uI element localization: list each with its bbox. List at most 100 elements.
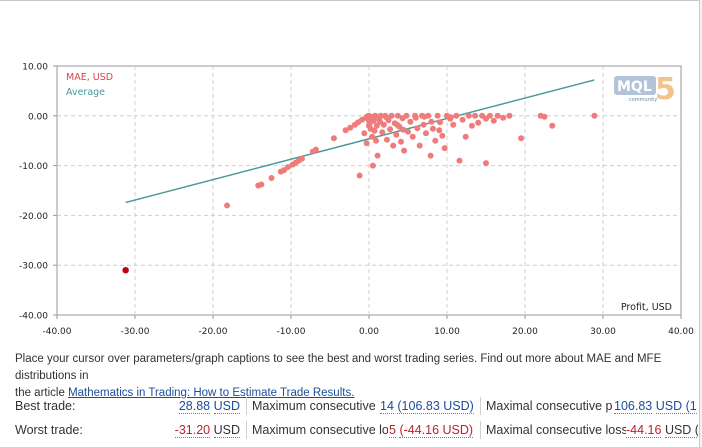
mae-point [409,133,416,140]
mae-point [518,135,525,142]
mql5-logo: MQL 5 community [614,72,676,107]
mae-point [500,114,507,121]
best-trade-value[interactable]: 28.88 USD [150,396,240,416]
x-tick-label: 30.00 [590,327,616,337]
mae-point [330,135,337,142]
mae-point [414,125,421,132]
mae-point [379,129,386,136]
mae-point [434,112,441,119]
mql5-logo-sub: community [629,97,657,103]
mae-point [412,114,419,121]
x-tick-label: -40.00 [42,327,71,337]
worst-trade-unit[interactable]: USD [213,423,240,438]
worst-trade-label: Worst trade: [15,423,83,437]
mae-point [465,112,472,119]
chart-grid [53,65,682,319]
max-consecutive-losses-value[interactable]: 5 (-44.16 USD) [389,420,477,440]
mae-point [436,119,443,126]
mae-point [490,117,497,124]
y-tick-label: 0.00 [28,112,48,122]
max-consecutive-wins-value[interactable]: 14 (106.83 USD) [380,396,476,416]
x-tick-label: 0.00 [359,327,379,337]
mae-point [361,130,368,137]
y-tick-labels: 10.00 0.00 -10.00 -20.00 -30.00 -40.00 [19,63,48,322]
mae-point [483,160,489,167]
max-consecutive-wins-count[interactable]: 14 [380,399,394,414]
max-consecutive-losses-count[interactable]: 5 [389,423,396,438]
mae-point [366,122,372,129]
mae-point [428,118,435,125]
mae-point [388,112,395,119]
mae-point [420,121,427,128]
y-tick-label: -40.00 [19,312,48,322]
x-axis-label: Profit, USD [621,302,672,313]
legend-mae: MAE, USD [66,72,113,83]
mae-point [403,112,410,119]
info-line-1: Place your cursor over parameters/graph … [15,353,662,382]
mae-point [468,122,475,129]
y-tick-label: -10.00 [19,162,48,172]
mae-point [224,202,231,209]
worst-trade-value[interactable]: -31.20 USD [150,420,240,440]
mae-point [486,112,493,119]
max-consecutive-loss-extra[interactable]: USD ( [664,423,698,438]
mql5-logo-text: MQL [617,79,652,95]
legend-average: Average [66,87,105,98]
mae-point [436,127,443,134]
mae-point [369,162,376,169]
mae-point [591,112,598,119]
mae-point [421,113,428,120]
worst-trade-point [122,266,129,274]
mae-point [390,142,397,149]
mae-point [462,133,469,140]
best-trade-unit[interactable]: USD [213,399,240,414]
x-tick-label: 40.00 [668,327,694,337]
mae-point [450,121,457,128]
stats-separator [246,397,247,415]
y-tick-label: -20.00 [19,212,48,222]
y-tick-label: -30.00 [19,262,48,272]
series-layer [122,79,598,274]
mae-point [258,181,265,188]
mae-point [268,175,275,182]
mae-point [374,152,381,159]
mae-point [494,112,501,119]
max-consecutive-profit-value[interactable]: 106.83 USD (1 [614,396,698,416]
max-consecutive-profit-amount[interactable]: 106.83 [614,399,653,414]
max-consecutive-wins-label: Maximum consecutive w [252,399,376,413]
mae-point [383,114,390,121]
mae-point [407,118,414,125]
mae-point [393,131,400,138]
max-consecutive-loss-value[interactable]: -44.16 USD ( [626,420,698,440]
x-tick-label: -30.00 [120,327,149,337]
mae-point [439,132,446,139]
max-consecutive-losses-amount[interactable]: (-44.16 USD) [399,423,474,438]
mae-point [453,112,460,119]
x-tick-label: 10.00 [434,327,460,337]
mae-point [541,113,548,120]
mql5-logo-digit: 5 [655,72,676,107]
mae-point [397,138,404,145]
best-trade-amount[interactable]: 28.88 [178,399,211,414]
mae-point [432,137,439,144]
x-tick-label: 20.00 [512,327,538,337]
max-consecutive-profit-extra[interactable]: USD (1 [655,399,697,414]
max-consecutive-losses-label: Maximum consecutive los [252,423,388,437]
mae-point [429,125,436,132]
mae-point [459,116,466,123]
worst-trade-amount[interactable]: -31.20 [174,423,211,438]
average-line [125,79,595,204]
stats-row-worst: Worst trade: -31.20 USD Maximum consecut… [0,420,702,440]
mae-point [356,172,363,179]
max-consecutive-wins-amount[interactable]: (106.83 USD) [397,399,474,414]
x-tick-label: -20.00 [198,327,227,337]
max-consecutive-loss-amount[interactable]: -44.16 [626,423,662,438]
mae-point [394,121,401,128]
mae-point [475,119,482,126]
mae-point [472,112,479,119]
mae-point [401,147,408,154]
mae-point [298,155,305,162]
max-consecutive-loss-label: Maximal consecutive loss: [486,423,626,437]
stats-separator [480,397,481,415]
mae-scatter-chart: 10.00 0.00 -10.00 -20.00 -30.00 -40.00 -40.00… [19,63,694,338]
